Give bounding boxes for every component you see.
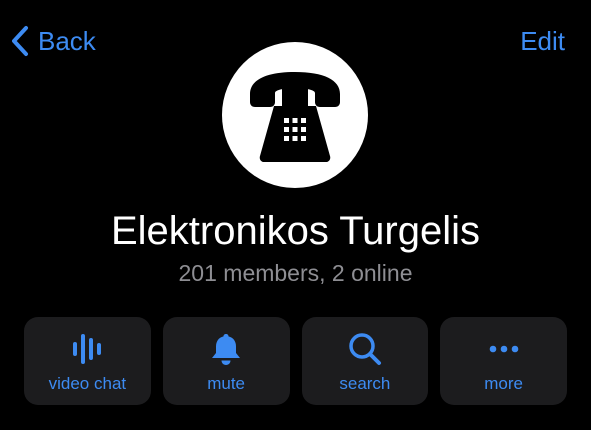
video-chat-label: video chat bbox=[48, 374, 127, 393]
more-label: more bbox=[484, 374, 523, 393]
telephone-icon bbox=[240, 60, 350, 170]
search-icon bbox=[347, 331, 383, 367]
chevron-left-icon bbox=[10, 25, 30, 57]
more-button[interactable]: more bbox=[440, 317, 567, 405]
more-dots-icon bbox=[486, 331, 522, 367]
search-label: search bbox=[339, 374, 391, 393]
member-status: 201 members, 2 online bbox=[178, 260, 413, 286]
bell-icon bbox=[208, 331, 244, 367]
edit-button[interactable]: Edit bbox=[520, 24, 565, 58]
search-button[interactable]: search bbox=[301, 317, 429, 405]
back-label: Back bbox=[38, 26, 96, 56]
voice-chat-icon bbox=[69, 331, 105, 367]
group-avatar[interactable] bbox=[222, 42, 368, 188]
group-name: Elektronikos Turgelis bbox=[110, 209, 481, 253]
action-bar: video chat mute search more bbox=[24, 317, 567, 405]
back-button[interactable]: Back bbox=[10, 24, 96, 58]
mute-button[interactable]: mute bbox=[162, 317, 290, 405]
mute-label: mute bbox=[207, 374, 246, 393]
video-chat-button[interactable]: video chat bbox=[24, 317, 151, 405]
